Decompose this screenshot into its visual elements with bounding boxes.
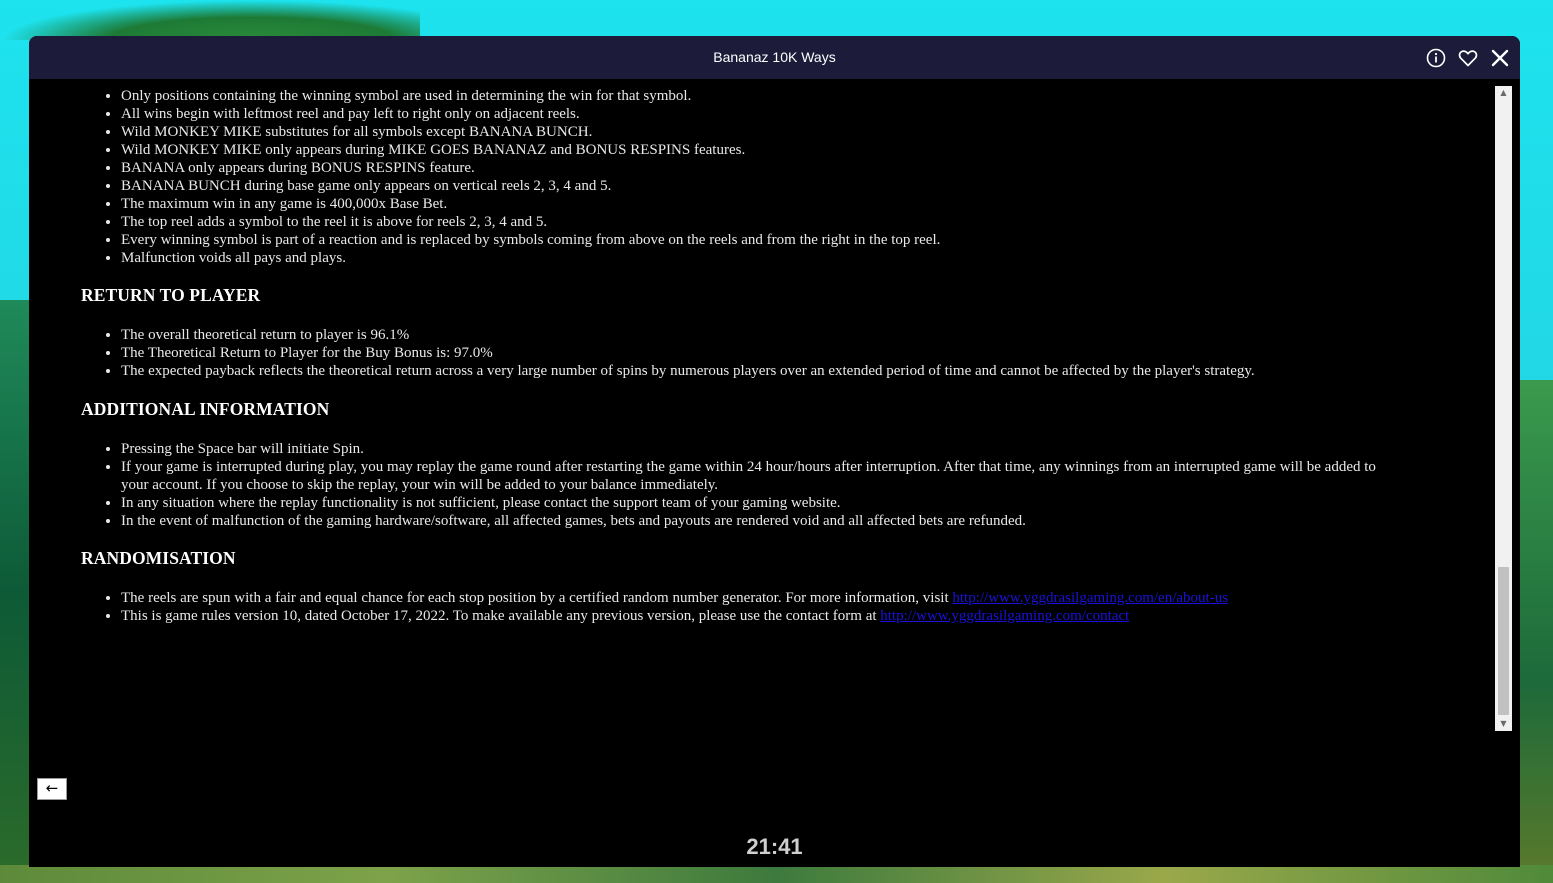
- list-item: In the event of malfunction of the gamin…: [121, 512, 1391, 530]
- background-foliage-right: [1519, 380, 1553, 883]
- list-item: All wins begin with leftmost reel and pa…: [121, 105, 1429, 123]
- list-item: BANANA only appears during BONUS RESPINS…: [121, 159, 1429, 177]
- list-item: Wild MONKEY MIKE substitutes for all sym…: [121, 123, 1429, 141]
- list-item: The maximum win in any game is 400,000x …: [121, 195, 1429, 213]
- rules-content: Only positions containing the winning sy…: [29, 79, 1495, 729]
- list-item: The overall theoretical return to player…: [121, 326, 1429, 344]
- list-item: Every winning symbol is part of a reacti…: [121, 231, 1429, 249]
- list-item: If your game is interrupted during play,…: [121, 458, 1391, 494]
- scroll-up-arrow-icon[interactable]: ▲: [1495, 86, 1512, 100]
- about-us-link[interactable]: http://www.yggdrasilgaming.com/en/about-…: [952, 590, 1228, 606]
- list-item: Pressing the Space bar will initiate Spi…: [121, 440, 1391, 458]
- content-scrollbar[interactable]: ▲ ▼: [1495, 86, 1512, 731]
- additional-info-heading: ADDITIONAL INFORMATION: [81, 399, 330, 419]
- additional-info-list: Pressing the Space bar will initiate Spi…: [29, 440, 1391, 530]
- list-item-text: This is game rules version 10, dated Oct…: [121, 608, 881, 624]
- rtp-heading: RETURN TO PLAYER: [81, 285, 261, 305]
- scroll-down-arrow-icon[interactable]: ▼: [1495, 717, 1512, 731]
- contact-link[interactable]: http://www.yggdrasilgaming.com/contact: [880, 608, 1129, 624]
- background-foliage-top: [0, 0, 420, 40]
- scrollbar-thumb[interactable]: [1498, 567, 1509, 715]
- clock: 21:41: [746, 834, 803, 859]
- game-rules-window: Bananaz 10K Ways Only positions containi…: [29, 36, 1520, 867]
- title-bar: Bananaz 10K Ways: [29, 36, 1520, 79]
- list-item: The reels are spun with a fair and equal…: [121, 589, 1429, 607]
- rtp-list: The overall theoretical return to player…: [29, 326, 1429, 380]
- info-icon[interactable]: [1425, 47, 1447, 69]
- window-title: Bananaz 10K Ways: [713, 49, 836, 65]
- list-item: Wild MONKEY MIKE only appears during MIK…: [121, 141, 1429, 159]
- randomisation-heading: RANDOMISATION: [81, 548, 236, 568]
- background-foliage-bottom: [0, 865, 1553, 883]
- list-item: In any situation where the replay functi…: [121, 494, 1391, 512]
- close-icon[interactable]: [1489, 47, 1511, 69]
- list-item: The Theoretical Return to Player for the…: [121, 344, 1429, 362]
- list-item: Malfunction voids all pays and plays.: [121, 249, 1429, 267]
- randomisation-list: The reels are spun with a fair and equal…: [29, 589, 1429, 625]
- back-button[interactable]: ←: [37, 778, 67, 800]
- heart-icon[interactable]: [1457, 47, 1479, 69]
- list-item: This is game rules version 10, dated Oct…: [121, 607, 1429, 625]
- list-item: BANANA BUNCH during base game only appea…: [121, 177, 1429, 195]
- list-item: The expected payback reflects the theore…: [121, 362, 1429, 380]
- general-rules-list: Only positions containing the winning sy…: [29, 87, 1429, 267]
- list-item-text: The reels are spun with a fair and equal…: [121, 590, 953, 606]
- list-item: The top reel adds a symbol to the reel i…: [121, 213, 1429, 231]
- list-item: Only positions containing the winning sy…: [121, 87, 1429, 105]
